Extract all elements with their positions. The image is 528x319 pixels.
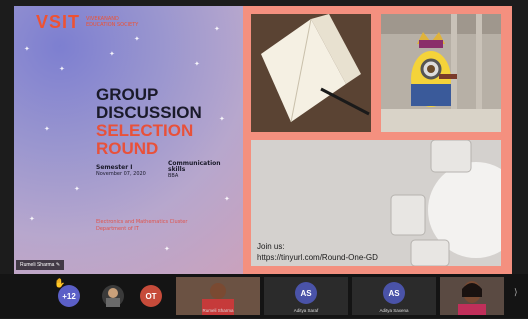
star-decoration: ✦ <box>219 115 225 123</box>
star-decoration: ✦ <box>224 195 230 203</box>
star-decoration: ✦ <box>59 65 65 73</box>
course-name: Communication skills <box>168 160 221 173</box>
expand-arrow-icon[interactable]: ⟩ <box>514 288 518 298</box>
star-decoration: ✦ <box>214 25 220 33</box>
participant-video-tile[interactable]: Rumeli Sharma <box>176 277 260 315</box>
participant-name: Aditya Saxena <box>379 308 409 313</box>
star-decoration: ✦ <box>164 245 170 253</box>
semester-label: Semester I <box>96 164 133 171</box>
program-label: BBA <box>168 173 179 179</box>
table-chairs-photo <box>251 140 501 266</box>
join-label: Join us: <box>257 242 285 251</box>
participant-tile[interactable]: OT <box>136 277 172 315</box>
overflow-count-avatar: +12 <box>58 285 80 307</box>
star-decoration: ✦ <box>24 45 30 53</box>
slide-photo-panel: Join us: https://tinyurl.com/Round-One-G… <box>243 6 512 274</box>
participant-video-tile[interactable] <box>440 277 504 315</box>
star-decoration: ✦ <box>109 50 115 58</box>
participant-video <box>440 277 504 315</box>
participant-overflow-tile[interactable]: ✋ +12 <box>44 277 92 315</box>
slide-title-panel: ✦ ✦ ✦ ✦ ✦ ✦ ✦ ✦ ✦ ✦ ✦ ✦ VSIT VIVEKANAND … <box>14 6 243 274</box>
avatar-initials: OT <box>140 285 162 307</box>
star-decoration: ✦ <box>74 185 80 193</box>
title-line-3: SELECTION <box>96 121 194 140</box>
title-line-2: DISCUSSION <box>96 103 202 122</box>
participant-tile[interactable] <box>96 277 132 315</box>
participant-tile[interactable]: AS Aditya Saxena <box>352 277 436 315</box>
avatar <box>102 285 124 307</box>
title-line-1: GROUP <box>96 85 159 104</box>
join-link[interactable]: https://tinyurl.com/Round-One-GD <box>257 253 378 262</box>
presenter-name-tag: Rumeli Sharma ✎ <box>16 260 65 270</box>
presenter-name: Rumeli Sharma <box>20 262 55 268</box>
event-date: November 07, 2020 <box>96 171 146 177</box>
participant-strip: ✋ +12 OT Rumeli Sharma AS Aditya Saraf A… <box>0 274 528 318</box>
participant-name: Rumeli Sharma <box>202 308 234 313</box>
shared-screen: ✦ ✦ ✦ ✦ ✦ ✦ ✦ ✦ ✦ ✦ ✦ ✦ VSIT VIVEKANAND … <box>14 6 512 274</box>
vsit-logo: VSIT <box>36 12 81 32</box>
logo-subtitle: VIVEKANAND EDUCATION SOCIETY <box>86 16 139 28</box>
star-decoration: ✦ <box>194 60 200 68</box>
participant-name: Aditya Saraf <box>293 308 319 313</box>
star-decoration: ✦ <box>134 35 140 43</box>
star-decoration: ✦ <box>44 125 50 133</box>
title-line-4: ROUND <box>96 139 159 158</box>
avatar-initials: AS <box>295 282 317 304</box>
notebook-photo <box>251 14 371 132</box>
minion-photo <box>381 14 501 132</box>
participant-tile[interactable]: AS Aditya Saraf <box>264 277 348 315</box>
department-label: Electronics and Mathematics Cluster Depa… <box>96 219 188 232</box>
star-decoration: ✦ <box>29 215 35 223</box>
avatar-initials: AS <box>383 282 405 304</box>
